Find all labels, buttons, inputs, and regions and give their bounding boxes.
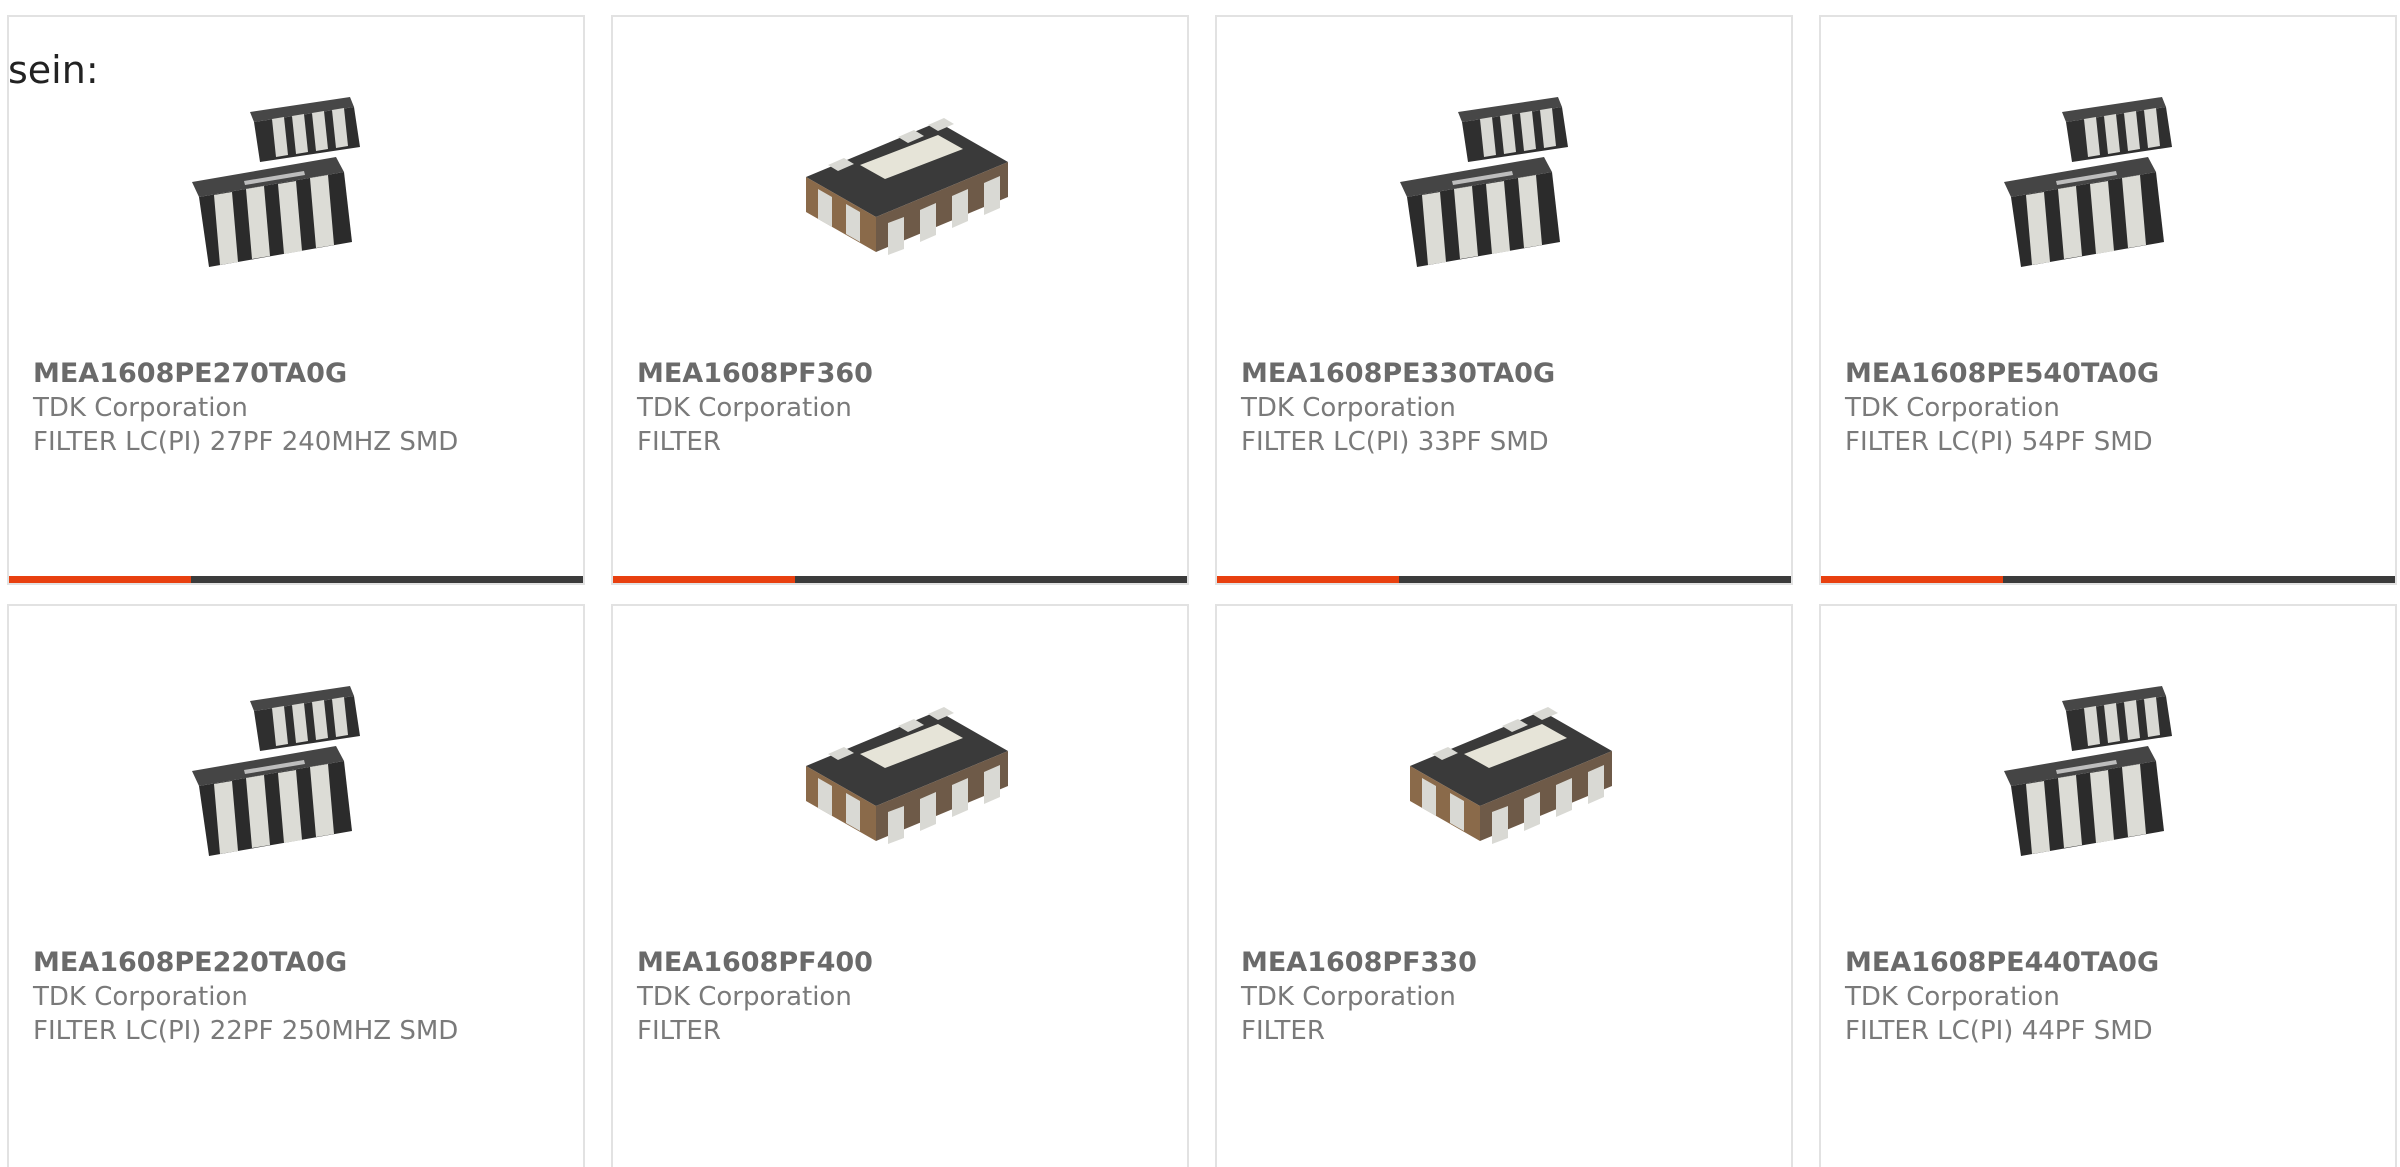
product-card[interactable]: MEA1608PF360 TDK Corporation FILTER: [611, 15, 1189, 585]
product-description: FILTER LC(PI) 54PF SMD: [1845, 427, 2153, 457]
product-card[interactable]: MEA1608PF400 TDK Corporation FILTER: [611, 604, 1189, 1167]
dual-chip-filter-icon: [1996, 77, 2226, 292]
card-accent-bar: [1217, 576, 1791, 583]
dual-chip-filter-icon: [1996, 666, 2226, 881]
product-part-number[interactable]: MEA1608PF360: [637, 357, 1171, 391]
product-manufacturer: TDK Corporation: [1845, 982, 2060, 1012]
product-part-number[interactable]: MEA1608PF400: [637, 946, 1171, 980]
dual-chip-filter-icon: [184, 666, 414, 881]
dual-chip-filter-icon: [184, 77, 414, 292]
product-card[interactable]: MEA1608PE440TA0G TDK Corporation FILTER …: [1819, 604, 2397, 1167]
product-description: FILTER: [637, 427, 721, 457]
product-part-number[interactable]: MEA1608PE330TA0G: [1241, 357, 1775, 391]
product-card[interactable]: MEA1608PE270TA0G TDK Corporation FILTER …: [7, 15, 585, 585]
dual-chip-filter-icon: [1392, 77, 1622, 292]
product-manufacturer: TDK Corporation: [1845, 393, 2060, 423]
product-description: FILTER: [1241, 1016, 1325, 1046]
single-chip-filter-icon: [788, 666, 1018, 881]
product-manufacturer: TDK Corporation: [33, 393, 248, 423]
product-part-number[interactable]: MEA1608PE270TA0G: [33, 357, 567, 391]
product-manufacturer: TDK Corporation: [637, 982, 852, 1012]
product-description: FILTER LC(PI) 44PF SMD: [1845, 1016, 2153, 1046]
product-manufacturer: TDK Corporation: [1241, 982, 1456, 1012]
product-card[interactable]: MEA1608PE540TA0G TDK Corporation FILTER …: [1819, 15, 2397, 585]
product-card[interactable]: MEA1608PE330TA0G TDK Corporation FILTER …: [1215, 15, 1793, 585]
single-chip-filter-icon: [1392, 666, 1622, 881]
product-part-number[interactable]: MEA1608PE440TA0G: [1845, 946, 2379, 980]
intro-text: sein:: [8, 48, 99, 92]
product-card[interactable]: MEA1608PF330 TDK Corporation FILTER: [1215, 604, 1793, 1167]
product-manufacturer: TDK Corporation: [637, 393, 852, 423]
single-chip-filter-icon: [788, 77, 1018, 292]
product-description: FILTER LC(PI) 27PF 240MHZ SMD: [33, 427, 459, 457]
product-part-number[interactable]: MEA1608PE220TA0G: [33, 946, 567, 980]
product-part-number[interactable]: MEA1608PE540TA0G: [1845, 357, 2379, 391]
product-grid-page: sein: MEA1608PE270TA0G TDK Corporation F…: [0, 0, 2400, 1167]
card-accent-bar: [1821, 576, 2395, 583]
product-card[interactable]: MEA1608PE220TA0G TDK Corporation FILTER …: [7, 604, 585, 1167]
product-description: FILTER: [637, 1016, 721, 1046]
card-accent-bar: [613, 576, 1187, 583]
product-manufacturer: TDK Corporation: [33, 982, 248, 1012]
card-accent-bar: [9, 576, 583, 583]
product-description: FILTER LC(PI) 22PF 250MHZ SMD: [33, 1016, 459, 1046]
product-manufacturer: TDK Corporation: [1241, 393, 1456, 423]
product-description: FILTER LC(PI) 33PF SMD: [1241, 427, 1549, 457]
product-part-number[interactable]: MEA1608PF330: [1241, 946, 1775, 980]
